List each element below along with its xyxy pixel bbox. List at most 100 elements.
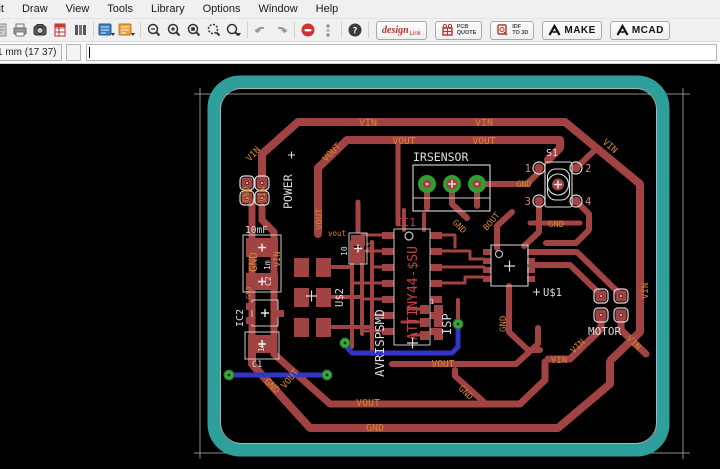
- origin-cross: [261, 309, 269, 317]
- net-label-vout-small: vout: [328, 229, 346, 238]
- clipped-icon[interactable]: [0, 21, 10, 39]
- menu-bar: Edit Draw View Tools Library Options Win…: [0, 0, 720, 19]
- component-ic1[interactable]: IC1 ATTINY44-$SU: [382, 216, 442, 349]
- s1-pin1-label: 1: [525, 163, 531, 175]
- pin1-marker: [494, 249, 504, 259]
- toolbar-separator: [341, 22, 342, 38]
- net-label-vout: VOUT: [356, 398, 380, 409]
- net-label-vin: VIN: [641, 283, 651, 299]
- board-switch-icon[interactable]: [117, 21, 137, 39]
- u2-value-label: AVRISPSMD: [372, 309, 387, 377]
- menu-help[interactable]: Help: [307, 1, 348, 17]
- pin1-marker: [404, 231, 414, 241]
- design-link-button[interactable]: design Link: [376, 20, 427, 40]
- design-link-label: design: [382, 24, 409, 36]
- menu-library[interactable]: Library: [142, 1, 194, 17]
- net-label-vout: VOUT: [473, 136, 496, 147]
- isp-name-label: ISP: [440, 313, 454, 335]
- net-label-gnd-ic2: GND: [245, 286, 253, 299]
- menu-view[interactable]: View: [57, 1, 99, 17]
- stop-icon[interactable]: [298, 21, 318, 39]
- image-export-icon[interactable]: [30, 21, 50, 39]
- mcad-label: MCAD: [631, 24, 664, 36]
- autodesk-logo-icon: [548, 24, 561, 36]
- pcb-quote-icon: [441, 23, 453, 36]
- zoom-redraw-icon[interactable]: [224, 21, 244, 39]
- net-label-vin: VIN: [359, 118, 377, 129]
- idf-to-3d-button[interactable]: IDF TO 3D: [490, 20, 535, 40]
- r1-value-label: 10: [340, 246, 349, 256]
- toolbar-separator: [247, 22, 248, 38]
- power-pad-gnd-label: GND: [242, 187, 252, 202]
- undo-icon[interactable]: [251, 21, 271, 39]
- component-c2[interactable]: 10mF GND VIN 1m C2: [242, 225, 283, 293]
- origin-cross: [504, 260, 515, 272]
- make-button[interactable]: MAKE: [542, 20, 602, 40]
- menu-window[interactable]: Window: [250, 1, 307, 17]
- origin-cross: [288, 151, 295, 159]
- idf-to-3d-icon: [497, 24, 508, 36]
- library-icon[interactable]: [70, 21, 90, 39]
- origin-cross: [533, 288, 540, 296]
- make-label: MAKE: [564, 24, 596, 36]
- svg-text:?: ?: [352, 27, 357, 37]
- zoom-in-icon[interactable]: [164, 21, 184, 39]
- net-label-gnd: GND: [366, 423, 384, 434]
- u2-name-label: U$2: [334, 288, 346, 307]
- isp-pin1-label: 1: [430, 298, 434, 306]
- pcb-quote-button[interactable]: PCB QUOTE: [434, 20, 483, 40]
- c1-value-label: 1m: [257, 342, 266, 352]
- menu-options[interactable]: Options: [194, 1, 250, 17]
- net-label-gnd: GND: [450, 218, 468, 236]
- design-link-sublabel: Link: [409, 30, 421, 37]
- zoom-select-icon[interactable]: [204, 21, 224, 39]
- net-label-vout: VOUT: [393, 136, 416, 147]
- pcb-canvas-area[interactable]: GND VIN POWER 10mF GND VIN 1m C2 IC2 GND…: [0, 64, 720, 469]
- menu-draw[interactable]: Draw: [13, 1, 57, 17]
- toolbar-separator: [368, 22, 369, 38]
- menu-edit[interactable]: Edit: [0, 1, 13, 17]
- mcad-button[interactable]: MCAD: [609, 20, 670, 40]
- coordinate-display: 1 mm (17 37): [0, 44, 63, 61]
- menu-tools[interactable]: Tools: [98, 1, 142, 17]
- zoom-fit-icon[interactable]: [184, 21, 204, 39]
- pcb-quote-label-2: QUOTE: [456, 30, 477, 36]
- net-label-vin: VIN: [475, 118, 493, 129]
- text-caret: [89, 47, 91, 58]
- autodesk-logo-icon: [616, 24, 629, 36]
- component-isp[interactable]: 1 ISP: [420, 298, 454, 340]
- s1-name-label: S1: [546, 148, 558, 159]
- net-label-gnd: GND: [548, 220, 564, 230]
- net-label-gnd: GND: [516, 180, 531, 190]
- redo-icon[interactable]: [271, 21, 291, 39]
- pcb-drawing[interactable]: GND VIN POWER 10mF GND VIN 1m C2 IC2 GND…: [0, 64, 720, 469]
- help-icon[interactable]: ?: [345, 21, 365, 39]
- net-label-gnd-cap: GND: [247, 252, 260, 272]
- net-label-gnd: GND: [456, 384, 475, 403]
- idf-to-3d-label-2: TO 3D: [512, 30, 529, 36]
- toolbar-separator: [140, 22, 141, 38]
- print-icon[interactable]: [10, 21, 30, 39]
- net-label-gnd: GND: [499, 316, 509, 332]
- coord-mode-button[interactable]: [66, 44, 82, 61]
- c2-cap-value-label: 10mF: [245, 225, 268, 236]
- sheet-grid-icon[interactable]: [50, 21, 70, 39]
- net-label-vin: VIN: [551, 356, 567, 366]
- net-label-vin-cap: VIN: [273, 252, 283, 267]
- schematic-icon[interactable]: [97, 21, 117, 39]
- options-dots-icon[interactable]: [318, 21, 338, 39]
- net-label-vout: VOUT: [432, 359, 455, 370]
- ic1-name-label: IC1: [396, 216, 416, 229]
- net-label-vout: VOUT: [315, 208, 325, 230]
- ic2-name-label: IC2: [235, 309, 246, 327]
- u1-name-label: U$1: [543, 287, 562, 299]
- motor-name-label: MOTOR: [588, 325, 621, 338]
- command-input[interactable]: [86, 44, 717, 61]
- s1-pin4-label: 4: [585, 196, 591, 208]
- ic1-value-label: ATTINY44-$SU: [406, 246, 421, 340]
- c2-value-label: 1m: [263, 260, 272, 270]
- s1-pin2-label: 2: [585, 163, 591, 175]
- zoom-out-icon[interactable]: [144, 21, 164, 39]
- c2-name-label: C2: [264, 276, 273, 286]
- toolbar-separator: [93, 22, 94, 38]
